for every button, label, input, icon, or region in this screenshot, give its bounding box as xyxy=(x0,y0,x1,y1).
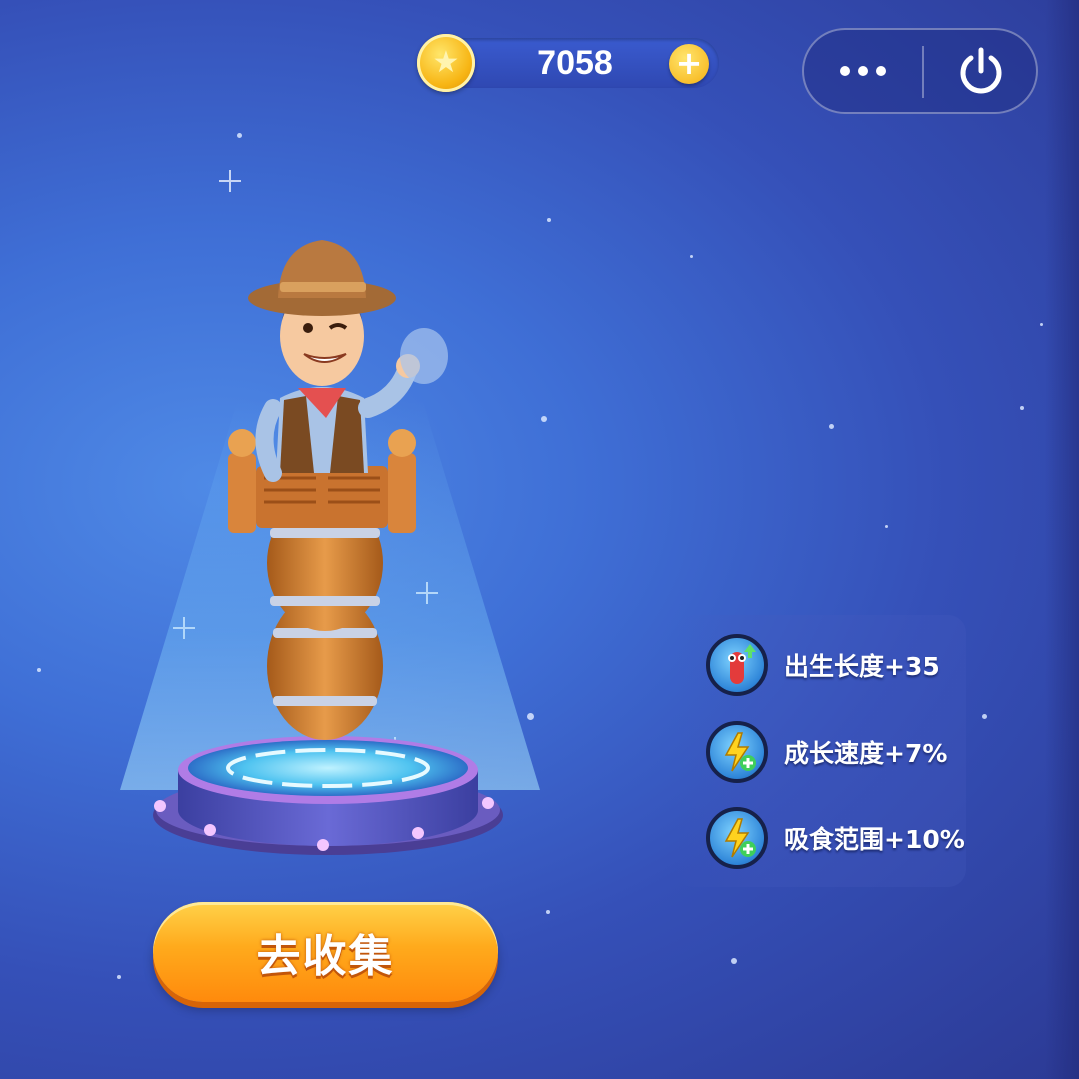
lightning-plus-icon xyxy=(706,807,768,869)
power-icon xyxy=(960,47,1002,94)
exit-button[interactable] xyxy=(924,30,1038,112)
lightning-plus-icon xyxy=(706,721,768,783)
buff-label: 出生长度+35 xyxy=(784,652,940,681)
more-dots-icon xyxy=(840,66,850,76)
buff-row: 成长速度+7% xyxy=(706,720,947,784)
gold-star-coin-icon: ★ xyxy=(417,34,475,92)
more-options-button[interactable] xyxy=(804,30,922,112)
worm-length-up-icon xyxy=(706,634,768,696)
buff-label: 成长速度+7% xyxy=(784,739,948,768)
mini-program-capsule xyxy=(802,28,1038,114)
edge-shade xyxy=(1045,0,1079,1079)
buff-row: 吸食范围+10% xyxy=(706,806,965,870)
go-collect-button[interactable]: 去收集 xyxy=(153,902,498,1002)
buff-row: 出生长度+35 xyxy=(706,633,940,697)
coin-balance: 7058 xyxy=(537,44,613,82)
buff-label: 吸食范围+10% xyxy=(784,825,965,854)
plus-icon: + xyxy=(675,44,703,82)
add-coins-button[interactable]: + xyxy=(669,44,709,84)
cowboy-in-barrel-skin xyxy=(228,240,448,740)
